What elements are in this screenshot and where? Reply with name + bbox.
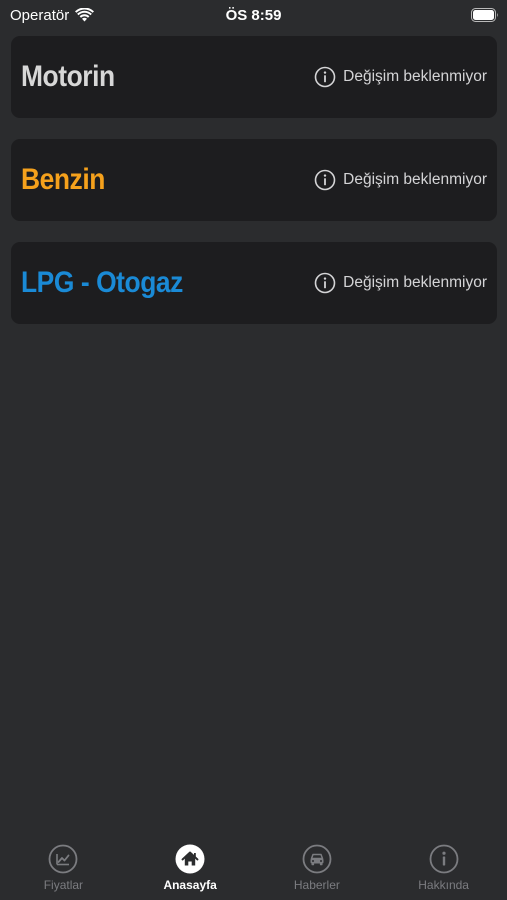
tab-haberler[interactable]: Haberler (254, 844, 380, 892)
info-circle-icon (314, 272, 336, 294)
tab-bar: Fiyatlar Anasayfa Haberler Hakkında (0, 840, 507, 900)
tab-anasayfa[interactable]: Anasayfa (127, 844, 253, 892)
wifi-icon (75, 8, 95, 22)
carrier-group: Operatör (10, 6, 95, 24)
fuel-card-lpg[interactable]: LPG - Otogaz Değişim beklenmiyor (11, 242, 497, 324)
car-icon (302, 844, 332, 874)
info-circle-icon (314, 169, 336, 191)
change-status-text: Değişim beklenmiyor (343, 68, 487, 85)
change-status-text: Değişim beklenmiyor (343, 274, 487, 291)
fuel-card-motorin[interactable]: Motorin Değişim beklenmiyor (11, 36, 497, 118)
carrier-label: Operatör (10, 6, 70, 24)
fuel-name-motorin: Motorin (21, 60, 115, 93)
info-icon (429, 844, 459, 874)
fuel-card-benzin[interactable]: Benzin Değişim beklenmiyor (11, 139, 497, 221)
tab-label: Haberler (293, 878, 340, 892)
status-bar: Operatör ÖS 8:59 (0, 0, 507, 30)
tab-hakkinda[interactable]: Hakkında (381, 844, 507, 892)
chart-icon (48, 844, 78, 874)
tab-label: Hakkında (418, 878, 469, 892)
tab-fiyatlar[interactable]: Fiyatlar (0, 844, 126, 892)
fuel-name-benzin: Benzin (21, 163, 105, 196)
change-status: Değişim beklenmiyor (314, 66, 487, 88)
change-status: Değişim beklenmiyor (314, 272, 487, 294)
change-status-text: Değişim beklenmiyor (343, 171, 487, 188)
fuel-card-list: Motorin Değişim beklenmiyor Benzin Değiş… (11, 36, 497, 345)
battery-icon (471, 8, 498, 22)
tab-label: Anasayfa (163, 878, 217, 892)
tab-label: Fiyatlar (43, 878, 84, 892)
info-circle-icon (314, 66, 336, 88)
home-icon (175, 844, 205, 874)
change-status: Değişim beklenmiyor (314, 169, 487, 191)
fuel-name-lpg: LPG - Otogaz (21, 266, 183, 299)
